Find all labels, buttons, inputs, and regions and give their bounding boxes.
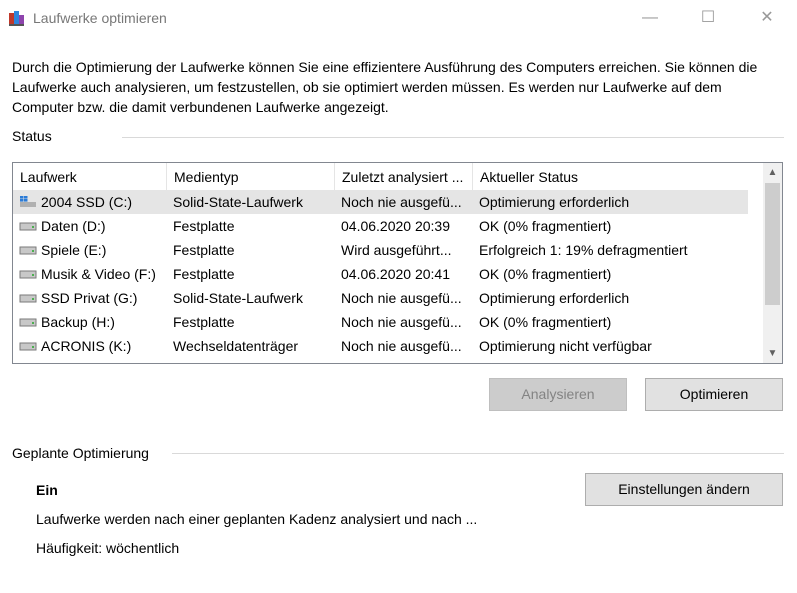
window-title: Laufwerke optimieren — [33, 10, 167, 26]
cell-media-type: Solid-State-Laufwerk — [173, 290, 303, 306]
cell-last-analyzed: Noch nie ausgefü... — [341, 314, 462, 330]
cell-drive: Musik & Video (F:) — [41, 266, 156, 282]
cell-current-status: Erfolgreich 1: 19% defragmentiert — [479, 242, 688, 258]
cell-media-type: Festplatte — [173, 314, 235, 330]
column-header-media-type[interactable]: Medientyp — [167, 163, 335, 190]
cell-drive: SSD Privat (G:) — [41, 290, 138, 306]
drive-row[interactable]: 2004 SSD (C:) Solid-State-Laufwerk Noch ni… — [13, 190, 748, 214]
scheduled-description: Laufwerke werden nach einer geplanten Ka… — [36, 511, 478, 527]
intro-text: Durch die Optimierung der Laufwerke könn… — [12, 59, 758, 115]
vertical-scrollbar[interactable]: ▲ ▼ — [763, 163, 782, 363]
scheduled-section-label: Geplante Optimierung — [12, 445, 149, 461]
cell-last-analyzed: Wird ausgeführt... — [341, 242, 452, 258]
cell-media-type: Festplatte — [173, 266, 235, 282]
hard-drive-icon — [19, 222, 37, 231]
cell-media-type: Festplatte — [173, 242, 235, 258]
title-bar[interactable]: Laufwerke optimieren — ☐ ✕ — [0, 0, 797, 36]
drive-list-header: Laufwerk Medientyp Zuletzt analysiert ..… — [13, 163, 748, 190]
drive-row[interactable]: Daten (D:) Festplatte 04.06.2020 20:39 OK (… — [13, 214, 748, 238]
cell-last-analyzed: Noch nie ausgefü... — [341, 290, 462, 306]
removable-drive-icon — [19, 342, 37, 351]
hard-drive-icon — [19, 270, 37, 279]
cell-current-status: Optimierung erforderlich — [479, 290, 630, 306]
drive-row[interactable]: Musik & Video (F:) Festplatte 04.06.2020 2… — [13, 262, 748, 286]
cell-media-type: Solid-State-Laufwerk — [173, 194, 303, 210]
cell-current-status: OK (0% fragmentiert) — [479, 218, 612, 234]
cell-last-analyzed: 04.06.2020 20:41 — [341, 266, 450, 282]
scheduled-divider — [172, 453, 784, 454]
analyze-button[interactable]: Analysieren — [489, 378, 627, 411]
hard-drive-icon — [19, 294, 37, 303]
scrollbar-thumb[interactable] — [765, 183, 780, 305]
drive-row[interactable]: ACRONIS (K:) Wechseldatenträger Noch nie a… — [13, 334, 748, 358]
scheduled-frequency: Häufigkeit: wöchentlich — [36, 540, 180, 556]
windows-drive-icon — [20, 196, 36, 207]
drive-row[interactable]: Backup (H:) Festplatte Noch nie ausgefü...… — [13, 310, 748, 334]
drive-list[interactable]: Laufwerk Medientyp Zuletzt analysiert ..… — [12, 162, 783, 364]
defrag-app-icon — [9, 11, 24, 26]
status-section-label: Status — [12, 128, 52, 144]
column-header-last-analyzed[interactable]: Zuletzt analysiert ... — [335, 163, 473, 190]
cell-current-status: OK (0% fragmentiert) — [479, 314, 612, 330]
cell-last-analyzed: Noch nie ausgefü... — [341, 194, 462, 210]
drive-row[interactable]: SSD Privat (G:) Solid-State-Laufwerk Noch … — [13, 286, 748, 310]
cell-drive: ACRONIS (K:) — [41, 338, 132, 354]
minimize-button[interactable]: — — [627, 0, 673, 36]
cell-drive: Spiele (E:) — [41, 242, 107, 258]
scheduled-state: Ein — [36, 482, 58, 498]
cell-media-type: Festplatte — [173, 218, 235, 234]
maximize-button[interactable]: ☐ — [685, 0, 731, 36]
cell-drive: Daten (D:) — [41, 218, 106, 234]
optimize-button[interactable]: Optimieren — [645, 378, 783, 411]
hard-drive-icon — [19, 318, 37, 327]
cell-last-analyzed: Noch nie ausgefü... — [341, 338, 462, 354]
hard-drive-icon — [19, 246, 37, 255]
column-header-drive[interactable]: Laufwerk — [13, 163, 167, 190]
cell-current-status: OK (0% fragmentiert) — [479, 266, 612, 282]
change-settings-button[interactable]: Einstellungen ändern — [585, 473, 783, 506]
scroll-up-icon[interactable]: ▲ — [763, 163, 782, 182]
cell-current-status: Optimierung nicht verfügbar — [479, 338, 652, 354]
cell-media-type: Wechseldatenträger — [173, 338, 299, 354]
close-button[interactable]: ✕ — [744, 0, 790, 36]
drive-row[interactable]: Spiele (E:) Festplatte Wird ausgeführt... E… — [13, 238, 748, 262]
cell-current-status: Optimierung erforderlich — [479, 194, 630, 210]
cell-drive: 2004 SSD (C:) — [41, 194, 133, 210]
column-header-current-status[interactable]: Aktueller Status — [473, 163, 748, 190]
cell-drive: Backup (H:) — [41, 314, 115, 330]
scroll-down-icon[interactable]: ▼ — [763, 344, 782, 363]
status-divider — [122, 137, 784, 138]
cell-last-analyzed: 04.06.2020 20:39 — [341, 218, 450, 234]
